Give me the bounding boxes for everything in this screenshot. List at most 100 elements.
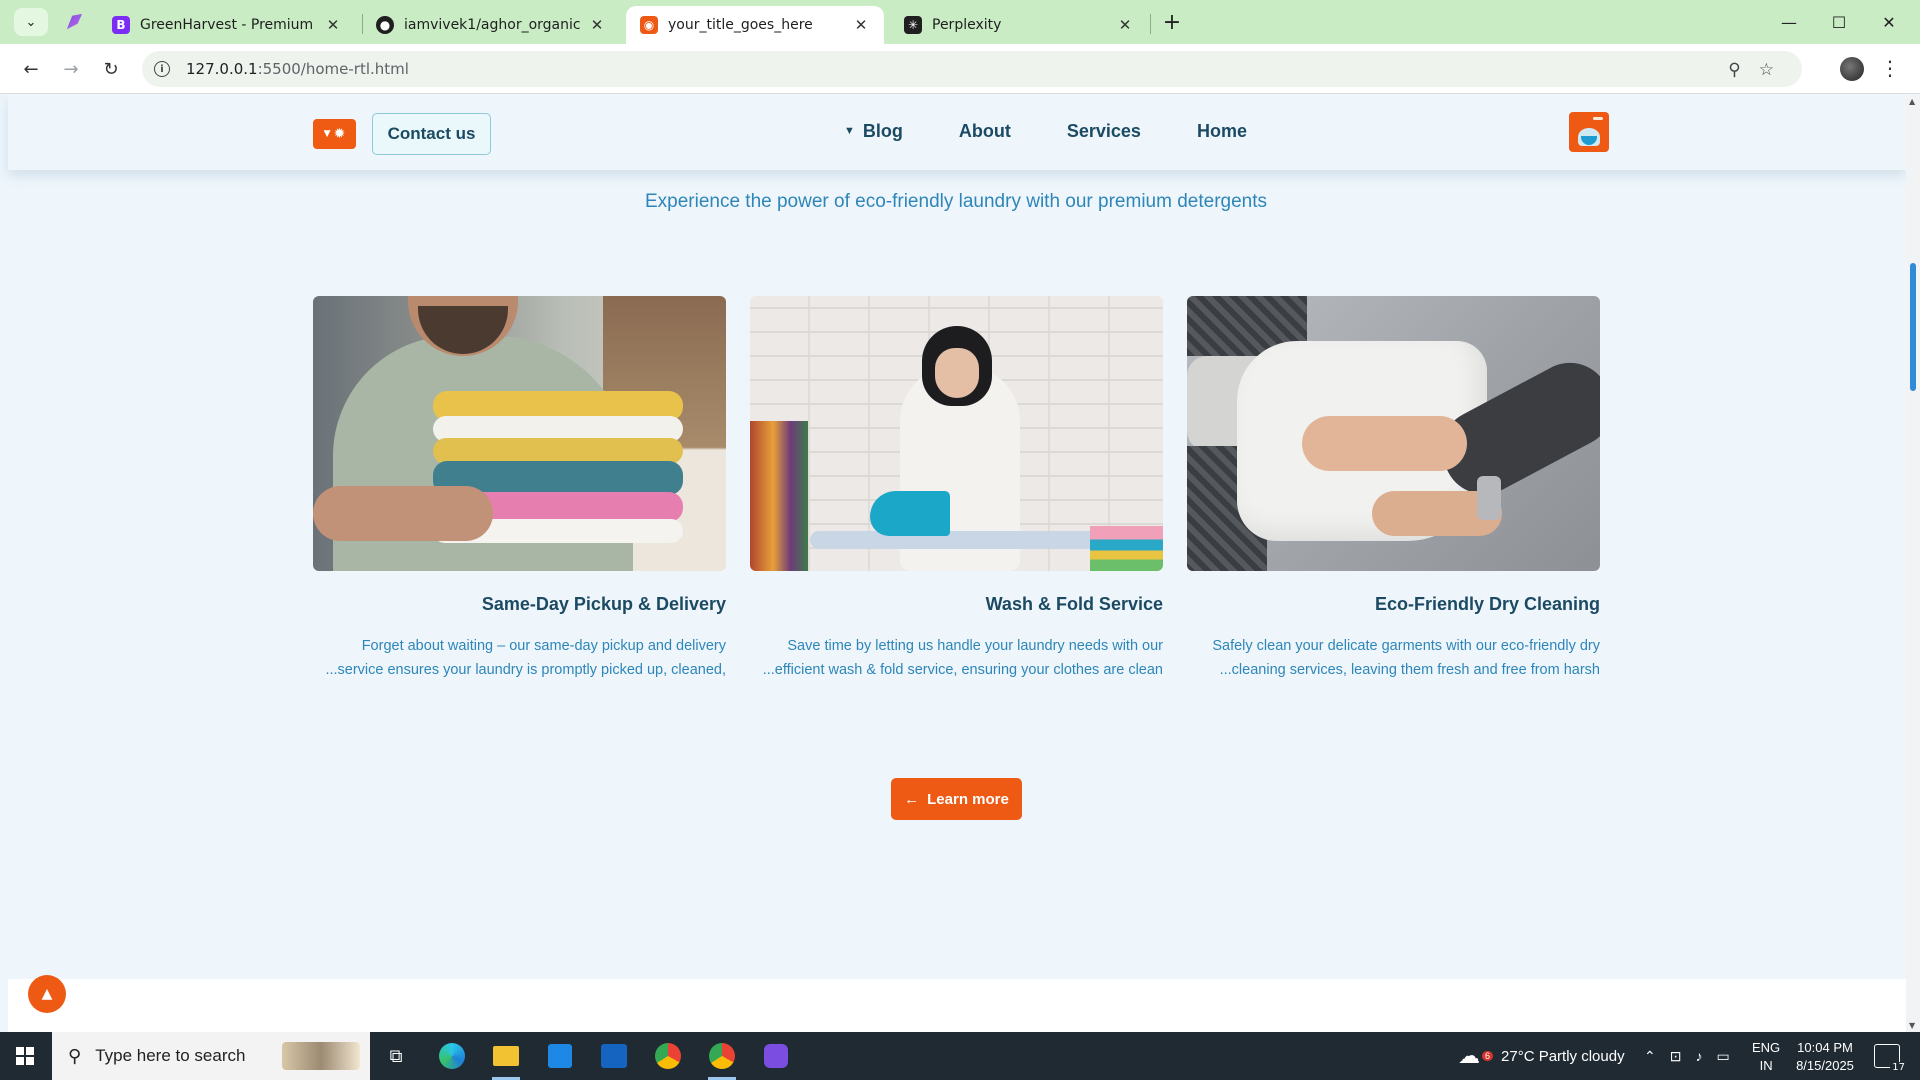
close-tab-icon[interactable]: ✕ bbox=[852, 16, 870, 34]
address-bar[interactable]: i 127.0.0.1:5500/home-rtl.html ⚲ ☆ bbox=[142, 51, 1802, 87]
scroll-to-top-button[interactable]: ▲ bbox=[28, 975, 66, 1013]
volume-icon[interactable]: ♪ bbox=[1695, 1048, 1702, 1064]
caret-up-icon: ▲ bbox=[41, 986, 53, 1002]
back-arrow-icon[interactable]: ← bbox=[16, 54, 46, 84]
browser-tab-strip: ⌄ B GreenHarvest - Premium Organ ✕ ● iam… bbox=[0, 0, 1920, 44]
region-code: IN bbox=[1759, 1058, 1773, 1073]
card-description-line: ...service ensures your laundry is promp… bbox=[325, 662, 726, 678]
network-icon[interactable]: ⊡ bbox=[1670, 1048, 1682, 1065]
page-viewport: ▼ ✹ Contact us ▼ Blog About Services Home… bbox=[0, 95, 1920, 1032]
minimize-icon[interactable]: — bbox=[1764, 0, 1814, 44]
forward-arrow-icon[interactable]: → bbox=[56, 54, 86, 84]
scroll-up-icon[interactable]: ▲ bbox=[1909, 97, 1915, 106]
tab-greenharvest[interactable]: B GreenHarvest - Premium Organ ✕ bbox=[98, 6, 356, 44]
browser-menu-icon[interactable]: ⋮ bbox=[1880, 56, 1900, 80]
site-info-icon[interactable]: i bbox=[154, 61, 170, 77]
bookmark-star-icon[interactable]: ☆ bbox=[1759, 60, 1774, 80]
battery-icon[interactable]: ▭ bbox=[1716, 1048, 1729, 1065]
sun-icon: ✹ bbox=[333, 126, 346, 142]
card-description-line: Forget about waiting – our same-day pick… bbox=[361, 638, 726, 654]
nav-item-blog[interactable]: ▼ Blog bbox=[844, 121, 903, 142]
clock[interactable]: 10:04 PM 8/15/2025 bbox=[1786, 1039, 1864, 1075]
zoom-icon[interactable]: ⚲ bbox=[1728, 60, 1740, 80]
reload-icon[interactable]: ↻ bbox=[96, 54, 126, 84]
tab-title: your_title_goes_here bbox=[668, 17, 813, 33]
tab-active-laundry[interactable]: ◉ your_title_goes_here ✕ bbox=[626, 6, 884, 44]
weather-badge: 6 bbox=[1482, 1051, 1494, 1061]
service-card-pickup: Same-Day Pickup & Delivery Forget about … bbox=[313, 296, 726, 682]
tab-title: GreenHarvest - Premium Organ bbox=[140, 17, 316, 33]
chevron-up-icon[interactable]: ⌃ bbox=[1644, 1048, 1656, 1065]
taskbar-search-placeholder: Type here to search bbox=[95, 1046, 246, 1065]
card-description-line: Save time by letting us handle your laun… bbox=[787, 638, 1163, 654]
card-description-line: Safely clean your delicate garments with… bbox=[1212, 638, 1600, 654]
clock-date: 8/15/2025 bbox=[1796, 1058, 1854, 1073]
close-tab-icon[interactable]: ✕ bbox=[324, 16, 342, 34]
card-description: Forget about waiting – our same-day pick… bbox=[313, 634, 726, 682]
scroll-down-icon[interactable]: ▼ bbox=[1909, 1021, 1915, 1030]
file-explorer-icon[interactable] bbox=[490, 1040, 522, 1080]
github-favicon-icon: ● bbox=[376, 16, 394, 34]
laundry-favicon-icon: ◉ bbox=[640, 16, 658, 34]
tab-search-button[interactable]: ⌄ bbox=[14, 8, 48, 36]
browser-toolbar: ← → ↻ i 127.0.0.1:5500/home-rtl.html ⚲ ☆… bbox=[0, 44, 1920, 94]
system-tray: ⌃ ⊡ ♪ ▭ bbox=[1644, 1032, 1730, 1080]
card-description: Safely clean your delicate garments with… bbox=[1187, 634, 1600, 682]
learn-more-button[interactable]: ← Learn more bbox=[891, 778, 1022, 820]
url-text[interactable]: 127.0.0.1:5500/home-rtl.html bbox=[186, 60, 409, 78]
perplexity-favicon-icon: ✳ bbox=[904, 16, 922, 34]
tab-perplexity[interactable]: ✳ Perplexity ✕ bbox=[890, 6, 1148, 44]
pinned-app-icon bbox=[66, 13, 83, 30]
folding-shirt-photo bbox=[1187, 296, 1600, 571]
card-description: Save time by letting us handle your laun… bbox=[750, 634, 1163, 682]
start-button[interactable] bbox=[0, 1032, 50, 1080]
page-scrollbar[interactable]: ▲ ▼ bbox=[1906, 95, 1920, 1032]
edge-icon[interactable] bbox=[436, 1040, 468, 1072]
taskbar-search-box[interactable]: ⚲ Type here to search bbox=[52, 1032, 370, 1080]
outlook-icon[interactable] bbox=[598, 1040, 630, 1072]
language-code: ENG bbox=[1752, 1040, 1781, 1055]
footer-band bbox=[8, 979, 1906, 1032]
close-window-icon[interactable]: ✕ bbox=[1864, 0, 1914, 44]
clock-time: 10:04 PM bbox=[1797, 1040, 1853, 1055]
nav-label: Blog bbox=[862, 121, 903, 141]
service-card-dry-cleaning: Eco-Friendly Dry Cleaning Safely clean y… bbox=[1187, 296, 1600, 682]
dropdown-caret-icon: ▼ bbox=[844, 125, 855, 137]
nav-item-home[interactable]: Home bbox=[1197, 121, 1247, 142]
weather-widget[interactable]: ☁ 6 27°C Partly cloudy bbox=[1458, 1032, 1625, 1080]
profile-avatar[interactable] bbox=[1840, 57, 1864, 81]
microsoft-store-icon[interactable] bbox=[544, 1040, 576, 1072]
card-description-line: ...cleaning services, leaving them fresh… bbox=[1219, 662, 1600, 678]
bootstrap-favicon-icon: B bbox=[112, 16, 130, 34]
ironing-photo bbox=[750, 296, 1163, 571]
language-indicator[interactable]: ENG IN bbox=[1752, 1039, 1780, 1075]
card-title: Eco-Friendly Dry Cleaning bbox=[1374, 594, 1600, 614]
maximize-icon[interactable]: ☐ bbox=[1814, 0, 1864, 44]
card-description-line: ...efficient wash & fold service, ensuri… bbox=[762, 662, 1163, 678]
windows-logo-icon bbox=[16, 1047, 34, 1065]
app-purple-icon[interactable] bbox=[760, 1040, 792, 1072]
url-host: 127.0.0.1 bbox=[186, 60, 258, 78]
nav-item-services[interactable]: Services bbox=[1067, 121, 1141, 142]
search-highlight-image bbox=[282, 1042, 360, 1070]
caret-down-icon: ▼ bbox=[323, 129, 331, 139]
washing-machine-logo-icon[interactable] bbox=[1569, 112, 1609, 152]
tab-github[interactable]: ● iamvivek1/aghor_organic ✕ bbox=[362, 6, 620, 44]
pinned-tab[interactable] bbox=[62, 10, 86, 34]
close-tab-icon[interactable]: ✕ bbox=[1116, 16, 1134, 34]
chrome-profile-icon[interactable] bbox=[706, 1040, 738, 1080]
scrollbar-thumb[interactable] bbox=[1910, 263, 1916, 391]
arrow-left-icon: ← bbox=[904, 790, 920, 808]
notification-count: 17 bbox=[1890, 1062, 1907, 1073]
service-card-wash-fold: Wash & Fold Service Save time by letting… bbox=[750, 296, 1163, 682]
close-tab-icon[interactable]: ✕ bbox=[588, 16, 606, 34]
task-view-icon[interactable]: ⧉ bbox=[380, 1040, 412, 1072]
new-tab-icon[interactable]: + bbox=[1158, 8, 1186, 36]
chrome-icon[interactable] bbox=[652, 1040, 684, 1072]
learn-more-label: Learn more bbox=[927, 790, 1009, 808]
search-icon: ⚲ bbox=[68, 1045, 82, 1067]
contact-us-button[interactable]: Contact us bbox=[372, 113, 491, 155]
nav-item-about[interactable]: About bbox=[959, 121, 1011, 142]
notification-center-icon[interactable]: 17 bbox=[1874, 1044, 1907, 1073]
theme-toggle-button[interactable]: ▼ ✹ bbox=[313, 119, 356, 149]
